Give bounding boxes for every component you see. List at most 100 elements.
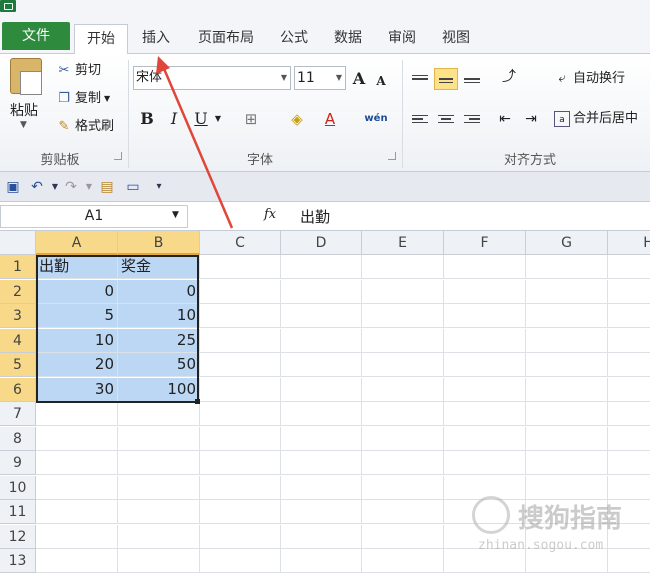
- cell-f2[interactable]: [444, 279, 526, 304]
- cell-a5[interactable]: 20: [36, 353, 118, 377]
- cell-f6[interactable]: [444, 377, 526, 402]
- cell-a13[interactable]: [36, 549, 118, 573]
- grow-font-icon[interactable]: A: [350, 66, 368, 92]
- undo-icon[interactable]: ↶: [28, 178, 46, 196]
- cell-a9[interactable]: [36, 451, 118, 475]
- cell-h1[interactable]: [608, 255, 650, 279]
- cell-c6[interactable]: [200, 377, 281, 402]
- customize-toolbar-icon[interactable]: ▾: [150, 178, 168, 196]
- cell-f9[interactable]: [444, 451, 526, 475]
- underline-button[interactable]: U: [190, 106, 212, 132]
- row-header-13[interactable]: 13: [0, 549, 36, 573]
- row-header-6[interactable]: 6: [0, 377, 36, 402]
- align-center-icon[interactable]: [434, 108, 458, 130]
- cell-b4[interactable]: 25: [118, 328, 200, 353]
- cell-c9[interactable]: [200, 451, 281, 475]
- column-header-h[interactable]: H: [608, 231, 650, 255]
- cell-g7[interactable]: [526, 402, 608, 426]
- cell-c8[interactable]: [200, 426, 281, 451]
- cell-b13[interactable]: [118, 549, 200, 573]
- cell-h9[interactable]: [608, 451, 650, 475]
- cell-d6[interactable]: [281, 377, 362, 402]
- cell-e12[interactable]: [362, 524, 444, 549]
- column-header-e[interactable]: E: [362, 231, 444, 255]
- cell-e9[interactable]: [362, 451, 444, 475]
- cell-a1[interactable]: 出勤: [36, 255, 118, 279]
- italic-button[interactable]: I: [164, 106, 184, 132]
- cell-h6[interactable]: [608, 378, 650, 402]
- cell-e8[interactable]: [362, 426, 444, 451]
- paste-dropdown-icon[interactable]: ▼: [20, 120, 27, 130]
- row-header-7[interactable]: 7: [0, 402, 36, 426]
- cell-d12[interactable]: [281, 524, 362, 549]
- row-header-3[interactable]: 3: [0, 304, 36, 328]
- column-header-c[interactable]: C: [200, 231, 281, 255]
- row-header-4[interactable]: 4: [0, 328, 36, 353]
- cell-b6[interactable]: 100: [118, 377, 200, 402]
- phonetic-icon[interactable]: wén: [362, 106, 390, 132]
- cell-f8[interactable]: [444, 426, 526, 451]
- fill-color-icon[interactable]: ◈: [282, 106, 312, 132]
- save-icon[interactable]: ▣: [4, 178, 22, 196]
- cell-b2[interactable]: 0: [118, 279, 200, 304]
- cell-b3[interactable]: 10: [118, 304, 200, 328]
- format-painter-button[interactable]: ✎ 格式刷: [56, 116, 114, 138]
- redo-dropdown-icon[interactable]: ▼: [80, 178, 98, 196]
- cell-c1[interactable]: [200, 255, 281, 279]
- cell-d4[interactable]: [281, 328, 362, 353]
- cut-button[interactable]: ✂ 剪切: [56, 60, 101, 82]
- cell-h10[interactable]: [608, 476, 650, 500]
- cell-c3[interactable]: [200, 304, 281, 328]
- cell-a3[interactable]: 5: [36, 304, 118, 328]
- cell-g4[interactable]: [526, 328, 608, 353]
- font-name-select[interactable]: 宋体 ▼: [133, 66, 291, 90]
- cell-c11[interactable]: [200, 500, 281, 524]
- cell-f1[interactable]: [444, 255, 526, 279]
- align-bottom-icon[interactable]: [460, 68, 484, 90]
- merge-cells-icon[interactable]: ▭: [124, 178, 142, 196]
- tab-data[interactable]: 数据: [328, 24, 368, 54]
- fill-handle[interactable]: [195, 399, 200, 404]
- cell-a11[interactable]: [36, 500, 118, 524]
- cell-c4[interactable]: [200, 328, 281, 353]
- cell-g8[interactable]: [526, 426, 608, 451]
- copy-button[interactable]: ❐ 复制 ▼: [56, 88, 110, 110]
- column-header-d[interactable]: D: [281, 231, 362, 255]
- decrease-indent-icon[interactable]: ⇤: [494, 106, 516, 132]
- cell-b7[interactable]: [118, 402, 200, 426]
- copy-dropdown-icon[interactable]: ▼: [104, 88, 110, 110]
- tab-view[interactable]: 视图: [436, 24, 476, 54]
- clipboard-launcher-icon[interactable]: [114, 152, 122, 160]
- cell-e13[interactable]: [362, 549, 444, 573]
- cell-a2[interactable]: 0: [36, 279, 118, 304]
- shrink-font-icon[interactable]: A: [372, 68, 390, 94]
- row-header-2[interactable]: 2: [0, 279, 36, 304]
- name-box[interactable]: A1: [0, 205, 188, 228]
- tab-page-layout[interactable]: 页面布局: [190, 24, 262, 54]
- cell-h3[interactable]: [608, 304, 650, 328]
- tab-review[interactable]: 审阅: [382, 24, 422, 54]
- cell-e3[interactable]: [362, 304, 444, 328]
- name-box-dropdown-icon[interactable]: ▼: [172, 210, 179, 220]
- cell-h4[interactable]: [608, 329, 650, 353]
- cell-g10[interactable]: [526, 475, 608, 500]
- align-left-icon[interactable]: [408, 108, 432, 130]
- cell-g5[interactable]: [526, 353, 608, 377]
- cell-a12[interactable]: [36, 524, 118, 549]
- cell-e5[interactable]: [362, 353, 444, 377]
- cell-d9[interactable]: [281, 451, 362, 475]
- cell-e6[interactable]: [362, 377, 444, 402]
- cell-h5[interactable]: [608, 353, 650, 377]
- align-middle-icon[interactable]: [434, 68, 458, 90]
- cell-e10[interactable]: [362, 475, 444, 500]
- cell-d8[interactable]: [281, 426, 362, 451]
- tab-formulas[interactable]: 公式: [274, 24, 314, 54]
- font-launcher-icon[interactable]: [388, 152, 396, 160]
- cell-d1[interactable]: [281, 255, 362, 279]
- font-color-icon[interactable]: A: [318, 106, 342, 132]
- cell-b5[interactable]: 50: [118, 353, 200, 377]
- cell-a4[interactable]: 10: [36, 328, 118, 353]
- redo-icon[interactable]: ↷: [62, 178, 80, 196]
- row-header-10[interactable]: 10: [0, 475, 36, 500]
- align-right-icon[interactable]: [460, 108, 484, 130]
